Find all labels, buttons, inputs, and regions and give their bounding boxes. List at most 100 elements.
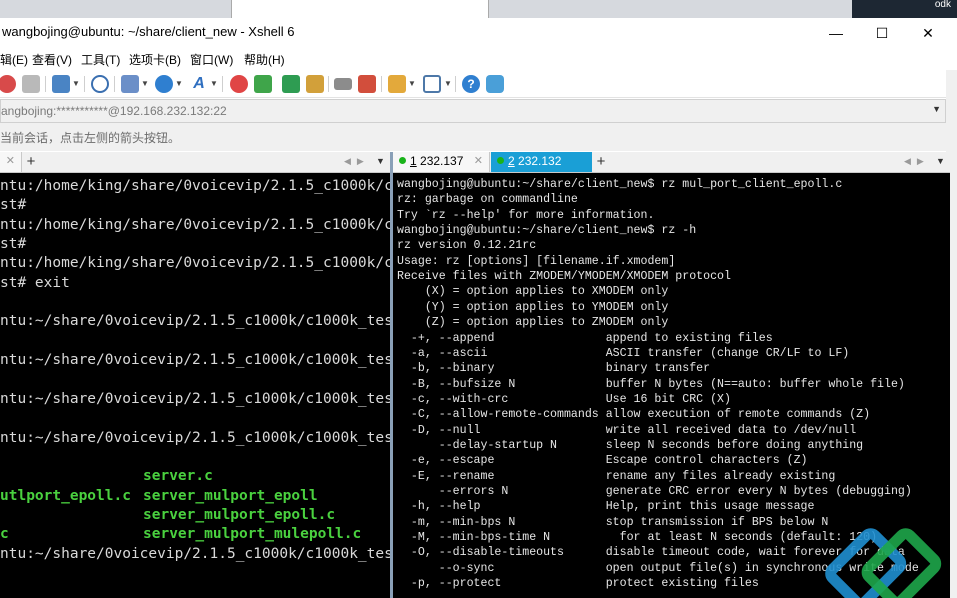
terminal-line: -h, --help Help, print this usage messag…	[397, 500, 815, 514]
maximize-button[interactable]: ☐	[859, 22, 905, 44]
address-bar[interactable]: angbojing:***********@192.168.232.132:22…	[0, 99, 946, 123]
tab-label: 232.132	[518, 154, 562, 168]
window-title: wangbojing@ubuntu: ~/share/client_new - …	[2, 24, 295, 39]
terminal-line: -M, --min-bps-time N for at least N seco…	[397, 531, 878, 545]
keyboard-icon[interactable]	[334, 78, 352, 90]
terminal-line: -b, --binary binary transfer	[397, 362, 711, 376]
chevron-down-icon[interactable]: ▼	[376, 156, 385, 166]
terminal-line: -D, --null write all received data to /d…	[397, 423, 857, 437]
chevron-down-icon[interactable]: ▼	[175, 79, 183, 88]
terminal-line: (X) = option applies to XMODEM only	[397, 285, 669, 299]
tab-number: 1	[410, 154, 417, 168]
chevron-down-icon[interactable]: ▼	[72, 79, 80, 88]
terminal-line: st# exit	[0, 274, 70, 291]
fullscreen-icon[interactable]	[282, 75, 300, 93]
toolbar-separator	[222, 76, 223, 92]
left-tab-bar: ✕ + ◀▶ ▼	[0, 152, 390, 173]
chevron-down-icon[interactable]: ▼	[141, 79, 149, 88]
menu-view[interactable]: 查看(V)	[32, 51, 72, 68]
terminal-line: --errors N generate CRC error every N by…	[397, 485, 912, 498]
terminal-line: ntu:~/share/0voicevip/2.1.5_c1000k/c1000…	[0, 545, 390, 562]
close-icon[interactable]: ✕	[6, 152, 15, 171]
terminal-left[interactable]: ntu:/home/king/share/0voicevip/2.1.5_c10…	[0, 173, 390, 598]
chevron-down-icon[interactable]: ▼	[932, 104, 941, 114]
terminal-line: -a, --ascii ASCII transfer (change CR/LF…	[397, 346, 850, 360]
compose-icon[interactable]	[388, 75, 406, 93]
watermark-logo	[825, 528, 942, 598]
xftp-icon[interactable]	[230, 75, 248, 93]
highlight-icon[interactable]	[358, 75, 376, 93]
tab-scroll-icon[interactable]: ◀▶	[904, 156, 930, 167]
chevron-down-icon[interactable]: ▼	[936, 156, 945, 166]
xshell-icon[interactable]	[254, 75, 272, 93]
terminal-line: ntu:~/share/0voicevip/2.1.5_c1000k/c1000…	[0, 429, 390, 446]
chevron-down-icon[interactable]: ▼	[444, 79, 452, 88]
chevron-down-icon[interactable]: ▼	[408, 79, 416, 88]
close-icon[interactable]: ✕	[474, 152, 483, 171]
left-session-tab[interactable]: ✕	[0, 152, 22, 172]
status-dot	[399, 157, 406, 164]
terminal-line: -p, --protect protect existing files	[397, 577, 759, 591]
chevron-down-icon[interactable]: ▼	[210, 79, 218, 88]
terminal-line: ntu:~/share/0voicevip/2.1.5_c1000k/c1000…	[0, 313, 390, 330]
session-address[interactable]: angbojing:***********@192.168.232.132:22	[1, 104, 227, 118]
menu-edit[interactable]: 编辑(E)	[0, 51, 28, 68]
terminal-line: ntu:/home/king/share/0voicevip/2.1.5_c10…	[0, 178, 390, 194]
hint-text: 当前会话，点击左侧的箭头按钮。	[0, 131, 181, 145]
window-right-edge	[950, 152, 957, 598]
toolbar-separator	[114, 76, 115, 92]
background-window-tab[interactable]	[231, 0, 489, 18]
close-button[interactable]: ✕	[905, 22, 951, 44]
toolbar-separator	[328, 76, 329, 92]
toolbar-separator	[84, 76, 85, 92]
terminal-line: (Z) = option applies to ZMODEM only	[397, 316, 669, 330]
terminal-line: ntu:~/share/0voicevip/2.1.5_c1000k/c1000…	[0, 390, 390, 407]
listing-file: server_mulport_epoll	[143, 487, 318, 504]
toolbar: ▼ ▼ ▼ A ▼ ▼ ▼ ?	[0, 70, 957, 98]
terminal-line: -E, --rename rename any files already ex…	[397, 469, 836, 483]
menu-tabs[interactable]: 选项卡(B)	[129, 51, 181, 68]
add-tab-button[interactable]: +	[23, 152, 39, 172]
transfer-icon[interactable]	[121, 75, 139, 93]
terminal-line: -e, --escape Escape control characters (…	[397, 454, 808, 468]
terminal-line: -B, --bufsize N buffer N bytes (N==auto:…	[397, 377, 905, 391]
terminal-line: rz: garbage on commandline	[397, 193, 578, 207]
minimize-button[interactable]: —	[813, 22, 859, 44]
tab-label: 232.137	[420, 154, 464, 168]
menu-window[interactable]: 窗口(W)	[190, 51, 233, 68]
tab-scroll-icon[interactable]: ◀▶	[344, 156, 370, 167]
terminal-line: -m, --min-bps N stop transmission if BPS…	[397, 515, 829, 529]
terminal-line: rz version 0.12.21rc	[397, 239, 537, 253]
terminal-line: wangbojing@ubuntu:~/share/client_new$ rz…	[397, 178, 843, 191]
toolbar-separator	[381, 76, 382, 92]
terminal-line: --delay-startup N sleep N seconds before…	[397, 438, 864, 452]
listing-file: server.c	[143, 468, 213, 485]
terminal-line: st#	[0, 236, 27, 253]
listing-file: server_mulport_mulepoll.c	[143, 526, 362, 543]
terminal-line: Try `rz --help' for more information.	[397, 208, 655, 222]
terminal-line: ntu:/home/king/share/0voicevip/2.1.5_c10…	[0, 216, 390, 233]
lock-icon[interactable]	[306, 75, 324, 93]
terminal-line: Usage: rz [options] [filename.if.xmodem]	[397, 254, 676, 268]
new-session-icon[interactable]	[52, 75, 70, 93]
disconnect-icon[interactable]	[22, 75, 40, 93]
toolbar-overflow-strip	[946, 70, 957, 153]
menu-help[interactable]: 帮助(H)	[244, 51, 285, 68]
find-icon[interactable]	[91, 75, 109, 93]
font-icon[interactable]: A	[190, 75, 208, 93]
terminal-line: Receive files with ZMODEM/YMODEM/XMODEM …	[397, 270, 731, 284]
add-tab-button[interactable]: +	[593, 152, 609, 172]
globe-icon[interactable]	[155, 75, 173, 93]
terminal-line: (Y) = option applies to YMODEM only	[397, 300, 669, 314]
chat-icon[interactable]	[486, 75, 504, 93]
reconnect-icon[interactable]	[0, 75, 16, 93]
title-bar: wangbojing@ubuntu: ~/share/client_new - …	[0, 18, 957, 48]
help-icon[interactable]: ?	[462, 75, 480, 93]
right-tab-bar: 1 232.137 ✕ 2 232.132 + ◀▶ ▼	[393, 152, 950, 173]
tab-232-132[interactable]: 2 232.132	[491, 152, 592, 172]
menu-tools[interactable]: 工具(T)	[81, 51, 120, 68]
tab-232-137[interactable]: 1 232.137 ✕	[393, 152, 490, 172]
layout-icon[interactable]	[423, 75, 441, 93]
terminal-line: ntu:/home/king/share/0voicevip/2.1.5_c10…	[0, 255, 390, 272]
menu-bar: 编辑(E) 查看(V) 工具(T) 选项卡(B) 窗口(W) 帮助(H)	[0, 48, 957, 70]
